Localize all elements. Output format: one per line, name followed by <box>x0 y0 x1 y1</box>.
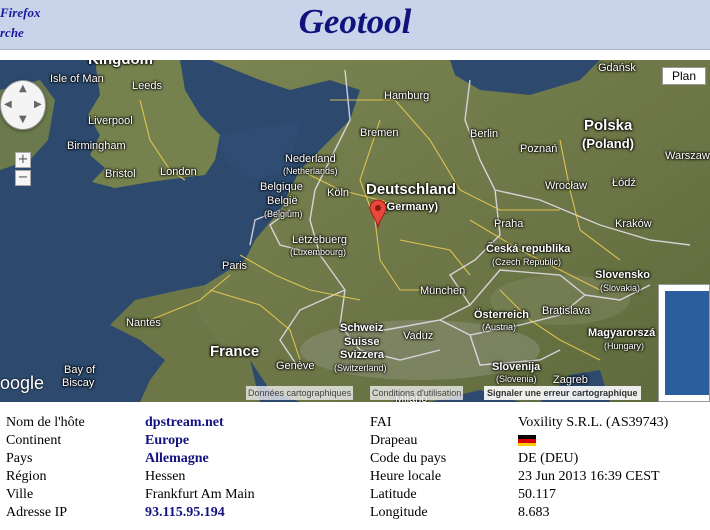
value-city: Frankfurt Am Main <box>145 487 255 502</box>
map-label: Isle of Man <box>50 73 104 85</box>
value-local-time: 23 Jun 2013 16:39 CEST <box>518 469 660 484</box>
overview-map[interactable] <box>658 284 710 402</box>
label-country: Pays <box>6 451 33 466</box>
map-label: München <box>420 285 466 297</box>
geo-info-table: Nom de l'hôte dpstream.net Continent Eur… <box>0 410 710 530</box>
value-continent[interactable]: Europe <box>145 432 189 450</box>
label-longitude: Longitude <box>370 505 428 520</box>
map-label: Bay of <box>64 364 96 376</box>
map-label: Hamburg <box>384 90 430 102</box>
label-local-time: Heure locale <box>370 469 442 484</box>
value-hostname[interactable]: dpstream.net <box>145 414 224 432</box>
overview-map-view <box>665 291 709 395</box>
label-ip: Adresse IP <box>6 505 68 520</box>
label-hostname: Nom de l'hôte <box>6 415 85 430</box>
map-label: Łódź <box>612 177 636 189</box>
label-continent: Continent <box>6 433 62 448</box>
map-label: Genève <box>276 360 315 372</box>
value-region: Hessen <box>145 469 186 484</box>
value-country[interactable]: Allemagne <box>145 450 209 468</box>
label-flag: Drapeau <box>370 433 418 448</box>
map-label: Leeds <box>132 80 162 92</box>
page-header: Firefox rche Geotool <box>0 0 710 50</box>
google-logo[interactable]: oogle <box>0 373 44 394</box>
map-label: Slovensko <box>595 269 651 281</box>
map-label: Suisse <box>344 336 380 348</box>
map-label: (Czech Republic) <box>492 257 562 267</box>
map-label: London <box>160 166 197 178</box>
pan-left-icon[interactable]: ◀ <box>4 99 12 110</box>
map-label: Paris <box>222 260 248 272</box>
map-label: Kingdom <box>88 60 153 68</box>
map-type-button[interactable]: Plan <box>662 67 706 85</box>
map-label: Svizzera <box>340 349 385 361</box>
map-label: (Slovakia) <box>600 283 641 293</box>
map-label: Birmingham <box>67 140 126 152</box>
zoom-in-button[interactable]: + <box>15 152 31 168</box>
map-label: Nederland <box>285 153 336 165</box>
map-label: België <box>267 195 298 207</box>
location-marker-icon[interactable] <box>369 199 387 229</box>
map-label: Liverpool <box>88 115 133 127</box>
map-label: Nantes <box>126 317 161 329</box>
pan-down-icon[interactable]: ▼ <box>19 114 27 125</box>
map-label: (Germany) <box>383 201 439 213</box>
map-label: Belgique <box>260 181 303 193</box>
map-label: Zagreb <box>553 374 588 386</box>
map-label: Wrocław <box>545 180 587 192</box>
value-country-code: DE (DEU) <box>518 451 579 466</box>
map-label: Magyarorszá <box>588 327 656 339</box>
label-isp: FAI <box>370 415 392 430</box>
pan-up-icon[interactable]: ▲ <box>19 83 27 94</box>
page-title: Geotool <box>298 2 412 41</box>
terms-link[interactable]: Conditions d'utilisation <box>370 386 464 400</box>
report-error-link[interactable]: Signaler une erreur cartographique <box>484 386 641 400</box>
map-view[interactable]: Kingdom Isle of Man Leeds Liverpool Birm… <box>0 60 710 402</box>
map-label: Vaduz <box>403 330 434 342</box>
value-latitude: 50.117 <box>518 487 556 502</box>
map-label: (Switzerland) <box>334 363 387 373</box>
map-label: Bremen <box>360 127 399 139</box>
label-latitude: Latitude <box>370 487 417 502</box>
map-label: (Hungary) <box>604 341 645 351</box>
label-city: Ville <box>6 487 34 502</box>
map-footer: Données cartographiques Conditions d'uti… <box>246 386 656 400</box>
pan-right-icon[interactable]: ▶ <box>34 99 42 110</box>
map-label: France <box>210 343 260 360</box>
pan-control[interactable]: ▲ ▼ ◀ ▶ <box>0 80 46 130</box>
label-country-code: Code du pays <box>370 451 447 466</box>
map-label: Deutschland <box>366 181 457 198</box>
map-label: (Slovenia) <box>496 374 537 384</box>
map-label: Polska <box>584 117 633 134</box>
map-data-link[interactable]: Données cartographiques <box>246 386 354 400</box>
map-label: Warszaw <box>665 150 710 162</box>
map-label: Poznań <box>520 143 558 155</box>
map-label: Schweiz <box>340 322 384 334</box>
map-label: (Austria) <box>482 322 517 332</box>
map-label: (Belgium) <box>264 209 303 219</box>
value-isp: Voxility S.R.L. (AS39743) <box>518 415 669 430</box>
map-label: Berlin <box>470 128 499 140</box>
label-region: Région <box>6 469 47 484</box>
map-label: (Poland) <box>582 136 634 151</box>
germany-flag-icon <box>518 435 536 447</box>
map-label: Slovenija <box>492 361 541 373</box>
map-label: Österreich <box>474 309 530 321</box>
map-label: Gdańsk <box>598 62 636 74</box>
map-label: Česká republika <box>486 243 571 255</box>
zoom-out-button[interactable]: − <box>15 170 31 186</box>
map-label: Köln <box>327 187 350 199</box>
map-label: Biscay <box>62 377 95 389</box>
map-label: Lëtzebuerg <box>292 234 348 246</box>
map-label: (Luxembourg) <box>290 247 347 257</box>
map-label: (Netherlands) <box>283 166 338 176</box>
map-label: Praha <box>494 218 524 230</box>
map-label: Bristol <box>105 168 136 180</box>
map-label: Bratislava <box>542 305 591 317</box>
value-longitude: 8.683 <box>518 505 550 520</box>
value-ip[interactable]: 93.115.95.194 <box>145 504 225 522</box>
map-label: Kraków <box>615 218 652 230</box>
value-flag <box>518 432 536 450</box>
